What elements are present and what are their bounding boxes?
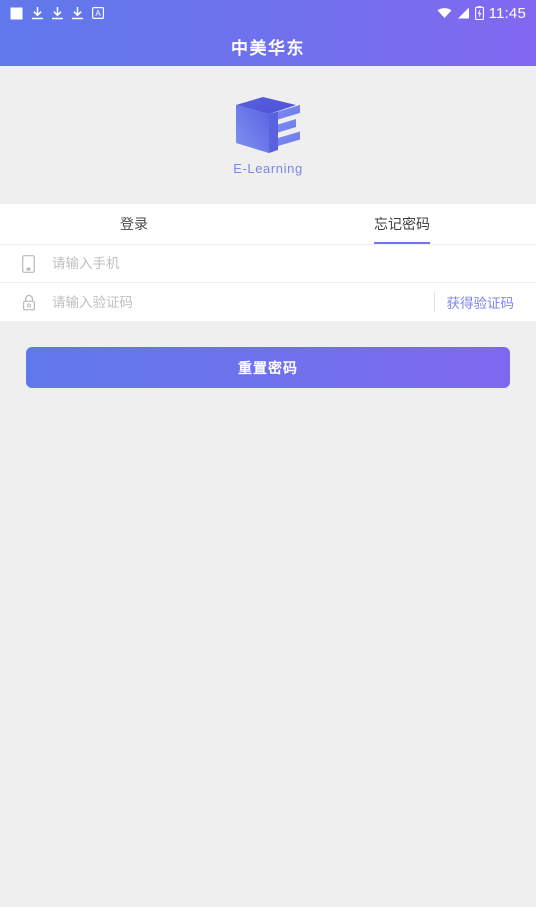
phone-input[interactable] [44, 256, 514, 271]
logo-caption: E-Learning [233, 161, 303, 176]
tab-login-label: 登录 [120, 216, 148, 232]
get-verification-code-button[interactable]: 获得验证码 [435, 292, 515, 312]
download-icon [72, 6, 83, 20]
download-icon [52, 6, 63, 20]
status-bar: A 11:45 [0, 0, 536, 26]
svg-text:A: A [95, 9, 101, 18]
mobile-phone-icon [22, 254, 44, 273]
app-letter-a-icon: A [92, 7, 104, 19]
tab-login[interactable]: 登录 [0, 204, 268, 244]
submit-section: 重置密码 [0, 321, 536, 388]
battery-charging-icon [474, 6, 484, 20]
title-bar: 中美华东 [0, 26, 536, 66]
page-background-filler [0, 388, 536, 907]
logo-section: E-Learning [0, 66, 536, 204]
status-bar-clock: 11:45 [488, 4, 526, 22]
auth-card: 登录 忘记密码 请输入手机 请输入验证码 获得验证码 [0, 204, 536, 321]
tab-forgot-password[interactable]: 忘记密码 [268, 204, 536, 244]
app-header: A 11:45 中美华东 [0, 0, 536, 66]
lock-icon [22, 294, 44, 311]
white-square-icon [10, 7, 23, 20]
reset-password-button[interactable]: 重置密码 [26, 347, 510, 388]
signal-icon [457, 7, 470, 19]
status-bar-left-icons: A [10, 6, 104, 20]
app-screen: A 11:45 中美华东 E-Learning 登录 忘记密码 请输入手机 请输… [0, 0, 536, 907]
download-icon [32, 6, 43, 20]
tab-forgot-password-label: 忘记密码 [374, 216, 430, 232]
verification-code-field-row: 获得验证码 [0, 283, 536, 321]
wifi-icon [437, 7, 452, 19]
verification-code-input[interactable] [44, 294, 430, 310]
auth-tabs: 登录 忘记密码 [0, 204, 536, 245]
e-learning-cube-logo-icon [233, 94, 303, 156]
phone-field-row [0, 245, 536, 283]
status-bar-right-icons: 11:45 [437, 5, 526, 22]
page-title: 中美华东 [231, 38, 305, 58]
